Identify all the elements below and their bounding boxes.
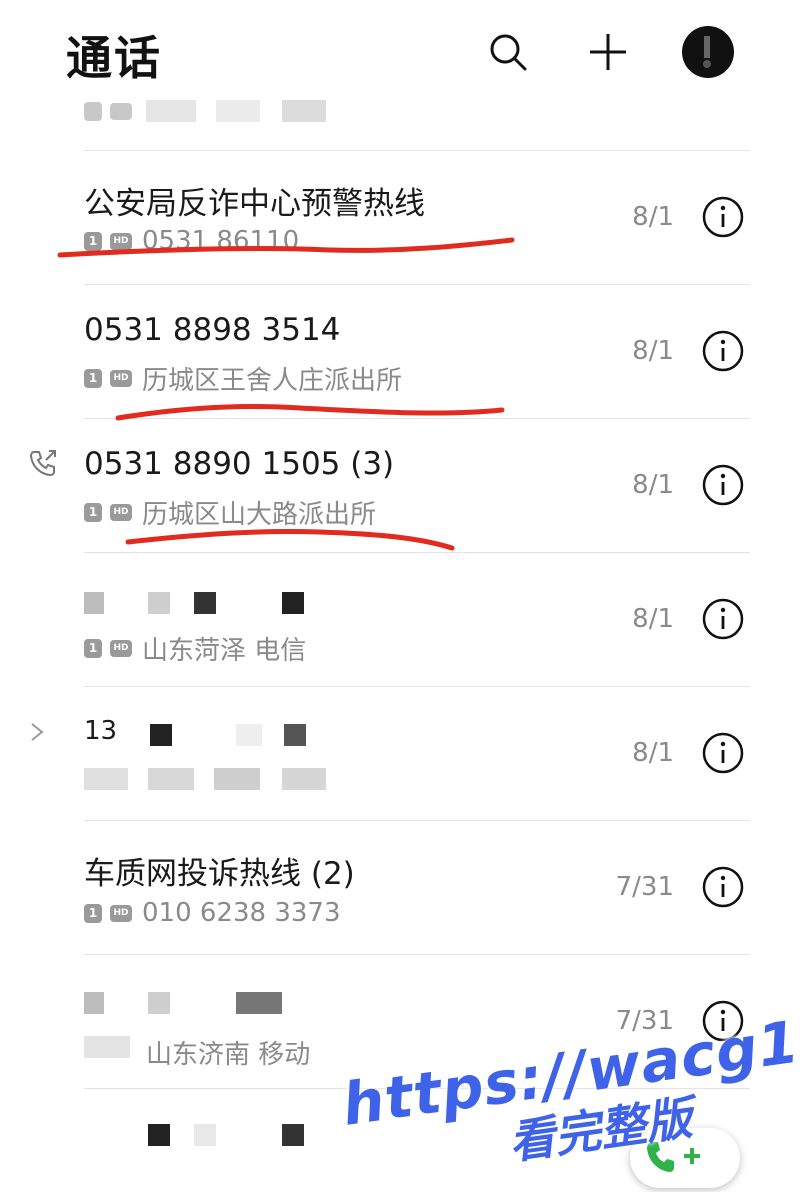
info-icon[interactable]: [702, 1000, 744, 1042]
app-header: 通话: [0, 0, 800, 100]
contact-name: 0531 8898 3514: [84, 312, 341, 348]
call-date: 8/1: [632, 738, 674, 768]
blurred-text: [150, 724, 172, 746]
blurred-text: [282, 100, 326, 122]
contact-detail: 1 HD 历城区山大路派出所: [84, 494, 376, 531]
contact-name: 13: [84, 716, 118, 746]
call-date: 7/31: [615, 1006, 674, 1036]
blurred-text: [194, 1124, 216, 1146]
info-icon[interactable]: [702, 330, 744, 372]
call-log-row[interactable]: 0531 8890 1505 (3) 1 HD 历城区山大路派出所 8/1: [0, 418, 800, 552]
avatar[interactable]: [682, 26, 734, 78]
info-icon[interactable]: [702, 196, 744, 238]
detail-text: 0531 86110: [142, 226, 300, 256]
detail-text: 历城区王舍人庄派出所: [142, 366, 403, 396]
blurred-text: [282, 592, 304, 614]
detail-text: 山东菏泽 电信: [142, 636, 307, 666]
blurred-text: [146, 100, 196, 122]
info-icon[interactable]: [702, 866, 744, 908]
contact-name: 车质网投诉热线 (2): [84, 856, 355, 892]
blurred-text: [236, 724, 262, 746]
call-log-row[interactable]: 公安局反诈中心预警热线 1 HD 0531 86110 8/1: [0, 150, 800, 284]
call-log-row[interactable]: 13 8/1: [0, 686, 800, 820]
page-title: 通话: [66, 31, 162, 85]
hd-icon: HD: [110, 504, 132, 521]
blurred-text: [282, 768, 326, 790]
call-date: 7/31: [615, 872, 674, 902]
contact-name: 公安局反诈中心预警热线: [84, 186, 425, 222]
blurred-text: [216, 100, 260, 122]
sim-icon: 1: [84, 503, 102, 522]
avatar-icon: [703, 36, 711, 68]
search-icon: [490, 34, 527, 71]
call-log-row[interactable]: 车质网投诉热线 (2) 1 HD 010 6238 3373 7/31: [0, 820, 800, 954]
call-log-row[interactable]: 山东济南 移动 7/31: [0, 954, 800, 1088]
sim-icon: 1: [84, 369, 102, 388]
blurred-text: [148, 992, 170, 1014]
sim-icon: 1: [84, 231, 102, 251]
plus-icon: [590, 34, 626, 70]
info-icon[interactable]: [702, 598, 744, 640]
blurred-text: [84, 768, 128, 790]
blurred-text: [148, 592, 170, 614]
call-log-row[interactable]: 0531 8898 3514 1 HD 历城区王舍人庄派出所 8/1: [0, 284, 800, 418]
sim-icon: 1: [84, 903, 102, 923]
blurred-text: [84, 1036, 130, 1058]
contact-detail: 1 HD 山东菏泽 电信: [84, 630, 306, 667]
add-button[interactable]: [580, 24, 636, 80]
call-type-icon: [31, 723, 44, 741]
phone-plus-icon: [647, 1142, 700, 1172]
hd-icon: HD: [110, 232, 132, 250]
call-date: 8/1: [632, 470, 674, 500]
add-contact-fab[interactable]: [630, 1128, 740, 1188]
contact-detail: 1 HD 0531 86110: [84, 226, 299, 256]
blurred-text: [148, 1124, 170, 1146]
call-date: 8/1: [632, 202, 674, 232]
blurred-text: [84, 992, 104, 1014]
contact-name: 0531 8890 1505 (3): [84, 446, 395, 482]
sim-icon: 1: [84, 639, 102, 658]
blurred-text: [194, 592, 216, 614]
hd-icon: HD: [110, 640, 132, 657]
call-log-row[interactable]: 1 HD 山东菏泽 电信 8/1: [0, 552, 800, 686]
contact-detail: 山东济南 移动: [146, 1040, 311, 1070]
blurred-text: [236, 992, 282, 1014]
blurred-text: [84, 592, 104, 614]
detail-text: 010 6238 3373: [142, 898, 341, 928]
blurred-text: [284, 724, 306, 746]
call-date: 8/1: [632, 604, 674, 634]
hd-icon: HD: [110, 370, 132, 387]
hd-icon: [110, 103, 132, 120]
search-button[interactable]: [480, 24, 536, 80]
blurred-text: [282, 1124, 304, 1146]
blurred-text: [148, 768, 194, 790]
call-date: 8/1: [632, 336, 674, 366]
contact-detail: 1 HD 历城区王舍人庄派出所: [84, 360, 402, 397]
info-icon[interactable]: [702, 732, 744, 774]
outgoing-call-icon: [29, 450, 56, 477]
info-icon[interactable]: [702, 464, 744, 506]
sim-icon: [84, 102, 102, 121]
detail-text: 历城区山大路派出所: [142, 500, 377, 530]
list-item-partial[interactable]: [0, 96, 800, 150]
hd-icon: HD: [110, 904, 132, 922]
blurred-text: [214, 768, 260, 790]
contact-detail: 1 HD 010 6238 3373: [84, 898, 341, 928]
